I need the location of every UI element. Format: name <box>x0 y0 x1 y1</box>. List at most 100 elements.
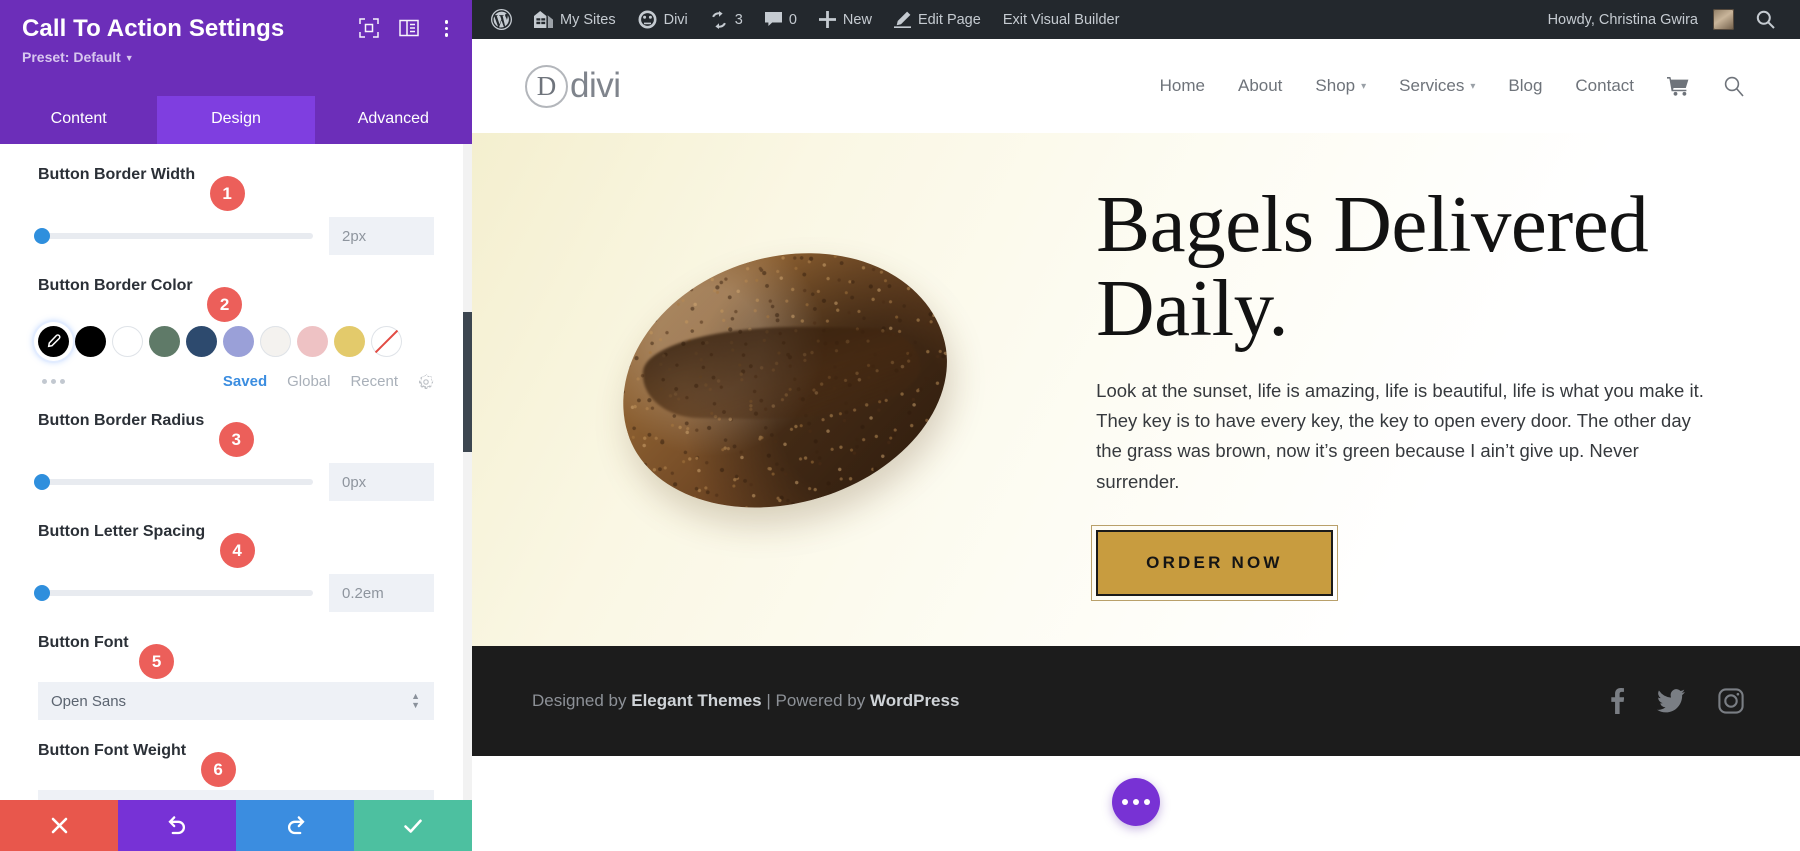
swatch-blush-pink[interactable] <box>297 326 328 357</box>
preset-selector[interactable]: Preset: Default ▼ <box>22 49 450 65</box>
my-sites[interactable]: My Sites <box>523 0 627 39</box>
swatch-off-white[interactable] <box>260 326 291 357</box>
nav-item-services[interactable]: Services ▾ <box>1399 76 1475 96</box>
nav-label: Services <box>1399 76 1465 95</box>
nav-item-home[interactable]: Home <box>1160 76 1205 96</box>
cart-icon[interactable] <box>1667 76 1690 96</box>
nav-label: Contact <box>1575 76 1634 95</box>
swatch-navy-blue[interactable] <box>186 326 217 357</box>
divi[interactable]: Divi <box>627 0 699 39</box>
instagram-icon[interactable] <box>1718 688 1744 714</box>
hero-section: Bagels Delivered Daily. Look at the suns… <box>472 133 1800 646</box>
field-button-font: Button Font 5 Open Sans ▲ ▼ <box>38 634 434 720</box>
wordpress-logo[interactable] <box>480 0 523 39</box>
close-icon <box>50 816 69 835</box>
new[interactable]: New <box>808 0 883 39</box>
button-font-select[interactable]: Open Sans ▲ ▼ <box>38 682 434 720</box>
divi-label: Divi <box>663 11 688 28</box>
layout-panel-icon[interactable] <box>398 18 419 38</box>
button-font-value: Open Sans <box>51 692 127 710</box>
edit-page[interactable]: Edit Page <box>883 0 992 39</box>
facebook-icon[interactable] <box>1611 688 1624 714</box>
swatch-tab-saved[interactable]: Saved <box>223 373 267 390</box>
gear-icon[interactable] <box>418 373 434 390</box>
swatch-tab-recent[interactable]: Recent <box>350 373 398 390</box>
more-horizontal-icon[interactable] <box>42 379 65 384</box>
swatch-white[interactable] <box>112 326 143 357</box>
footer-wordpress-link[interactable]: WordPress <box>870 691 959 710</box>
field-button-border-color: Button Border Color 2 Saved Global Recen… <box>38 277 434 390</box>
swatch-sage-green[interactable] <box>149 326 180 357</box>
comments[interactable]: 0 <box>754 0 808 39</box>
undo-button[interactable] <box>118 800 236 851</box>
swatch-eyedropper-active[interactable] <box>38 326 69 357</box>
slider-row: 0.2em <box>34 574 434 612</box>
panel-footer-actions <box>0 800 472 851</box>
footer-elegant-themes-link[interactable]: Elegant Themes <box>631 691 761 710</box>
border-width-slider[interactable] <box>34 228 313 244</box>
arrow-down: ▼ <box>411 700 420 710</box>
swatch-black[interactable] <box>75 326 106 357</box>
tab-advanced[interactable]: Advanced <box>314 96 472 144</box>
field-button-font-weight: Button Font Weight 6 Semi Bold ▲ ▼ <box>38 742 434 800</box>
save-button[interactable] <box>354 800 472 851</box>
more-vertical-icon[interactable] <box>439 18 455 39</box>
step-badge-1: 1 <box>209 176 245 211</box>
site-footer: Designed by Elegant Themes | Powered by … <box>472 646 1800 756</box>
divi-icon <box>638 10 657 29</box>
nav-item-shop[interactable]: Shop ▾ <box>1315 76 1366 96</box>
wp-admin-bar: My Sites Divi 3 0 New Edit Page Exit Vis… <box>472 0 1800 39</box>
step-badge-3: 3 <box>218 422 254 457</box>
updates[interactable]: 3 <box>699 0 754 39</box>
tab-design[interactable]: Design <box>157 96 315 144</box>
sites-icon <box>534 11 553 28</box>
divi-menu-fab[interactable] <box>1112 778 1160 826</box>
comments-count: 0 <box>788 11 797 28</box>
nav-item-blog[interactable]: Blog <box>1508 76 1542 96</box>
arrow-up: ▲ <box>411 691 420 701</box>
footer-credit: Designed by Elegant Themes | Powered by … <box>532 691 959 711</box>
howdy-user-menu[interactable]: Howdy, Christina Gwira <box>1537 0 1745 39</box>
slider-row: 2px <box>34 217 434 255</box>
select-arrows-icon: ▲ ▼ <box>411 691 420 710</box>
border-radius-value[interactable]: 0px <box>329 463 434 501</box>
border-radius-slider[interactable] <box>34 474 313 490</box>
twitter-icon[interactable] <box>1657 689 1685 713</box>
slider-knob[interactable] <box>34 474 50 490</box>
updates-icon <box>710 10 728 29</box>
border-width-value[interactable]: 2px <box>329 217 434 255</box>
hero-heading-line-2: Daily. <box>1096 262 1289 353</box>
exit-visual-builder[interactable]: Exit Visual Builder <box>992 0 1131 39</box>
swatch-tab-global[interactable]: Global <box>287 373 330 390</box>
focus-target-icon[interactable] <box>358 18 379 38</box>
swatch-periwinkle[interactable] <box>223 326 254 357</box>
button-font-weight-select[interactable]: Semi Bold ▲ ▼ <box>38 790 434 800</box>
avatar <box>1713 9 1734 30</box>
color-swatches <box>38 326 434 357</box>
swatch-tools: Saved Global Recent <box>38 373 434 390</box>
slider-knob[interactable] <box>34 228 50 244</box>
admin-search[interactable] <box>1745 0 1786 39</box>
field-label: Button Font Weight <box>38 742 187 759</box>
order-now-button[interactable]: ORDER NOW <box>1096 529 1333 596</box>
swatch-transparent[interactable] <box>371 326 402 357</box>
tab-content[interactable]: Content <box>0 96 158 144</box>
nav-item-about[interactable]: About <box>1238 76 1282 96</box>
letter-spacing-value[interactable]: 0.2em <box>329 574 434 612</box>
footer-separator: | <box>761 691 776 710</box>
step-badge-4: 4 <box>219 533 255 568</box>
scrollbar-thumb[interactable] <box>463 312 472 452</box>
swatch-link-group: Saved Global Recent <box>223 373 434 390</box>
nav-label: Blog <box>1508 76 1543 95</box>
nav-item-contact[interactable]: Contact <box>1575 76 1634 96</box>
swatch-gold[interactable] <box>334 326 365 357</box>
site-logo[interactable]: D divi <box>525 64 621 108</box>
slider-row: 0px <box>34 463 434 501</box>
letter-spacing-slider[interactable] <box>34 585 313 601</box>
cancel-button[interactable] <box>0 800 118 851</box>
howdy-label: Howdy, Christina Gwira <box>1547 11 1698 28</box>
redo-button[interactable] <box>236 800 354 851</box>
undo-icon <box>167 815 188 836</box>
slider-knob[interactable] <box>34 585 50 601</box>
search-icon[interactable] <box>1723 75 1745 97</box>
